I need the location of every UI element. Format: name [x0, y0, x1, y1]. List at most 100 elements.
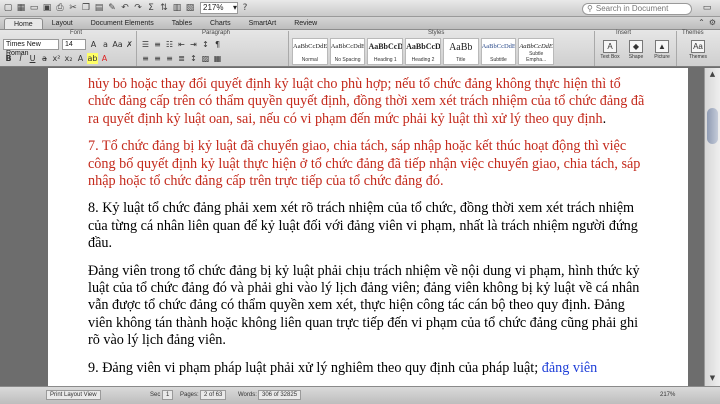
- subscript-icon[interactable]: x₂: [63, 53, 74, 64]
- group-themes-title: Themes: [682, 30, 704, 36]
- tab-document-elements[interactable]: Document Elements: [82, 18, 163, 29]
- style-heading-1[interactable]: AaBbCcDe Heading 1: [367, 38, 404, 65]
- style-preview: AaBbCcDdEe: [330, 43, 366, 50]
- group-font-title: Font: [70, 30, 83, 36]
- style-name: Heading 1: [373, 57, 397, 63]
- collapse-ribbon-icon[interactable]: ⌃: [698, 18, 705, 27]
- ribbon-tabs: Home Layout Document Elements Tables Cha…: [0, 17, 720, 30]
- shading-icon[interactable]: ▨: [200, 53, 211, 64]
- bold-icon[interactable]: B: [3, 53, 14, 64]
- redo-icon[interactable]: ↷: [132, 2, 144, 14]
- font-name-select[interactable]: Times New Roman: [3, 39, 59, 57]
- tab-smartart[interactable]: SmartArt: [240, 18, 286, 29]
- document-page[interactable]: hủy bỏ hoặc thay đổi quyết định kỷ luật …: [48, 68, 688, 386]
- words-label: Words:: [238, 392, 257, 398]
- style-preview: AaBbCcDe: [406, 42, 441, 51]
- multilevel-list-icon[interactable]: ☷: [164, 39, 175, 50]
- style-no-spacing[interactable]: AaBbCcDdEe No Spacing: [329, 38, 366, 65]
- text-box-button[interactable]: A Text Box: [598, 40, 622, 64]
- strikethrough-icon[interactable]: a̶: [39, 53, 50, 64]
- picture-button[interactable]: ▲ Picture: [650, 40, 674, 64]
- style-preview: AaBbCcDdEe: [293, 43, 328, 50]
- numbering-icon[interactable]: ≡: [152, 39, 163, 50]
- toolbar-toggle-icon[interactable]: ▭: [700, 2, 714, 14]
- gallery-icon[interactable]: ▥: [171, 2, 183, 14]
- font-color-icon[interactable]: A: [99, 53, 110, 64]
- ribbon: Font Paragraph Styles Insert Themes Time…: [0, 30, 720, 67]
- italic-icon[interactable]: I: [15, 53, 26, 64]
- copy-icon[interactable]: ❐: [80, 2, 92, 14]
- view-label[interactable]: Print Layout View: [46, 390, 101, 400]
- bullets-icon[interactable]: ☰: [140, 39, 151, 50]
- shrink-font-icon[interactable]: a: [100, 39, 111, 50]
- underline-icon[interactable]: U: [27, 53, 38, 64]
- group-styles-title: Styles: [428, 30, 445, 36]
- justify-icon[interactable]: ≣: [176, 53, 187, 64]
- tab-review[interactable]: Review: [285, 18, 326, 29]
- font-row-1: A a Aa ✗: [88, 39, 135, 50]
- themes-button[interactable]: Aa Themes: [686, 40, 710, 64]
- text-effects-icon[interactable]: A: [75, 53, 86, 64]
- vertical-scrollbar[interactable]: ▲ ▼: [704, 68, 720, 386]
- group-divider: [594, 31, 595, 66]
- shape-label: Shape: [628, 54, 644, 60]
- style-name: Subtitle: [490, 57, 507, 63]
- toolbox-icon[interactable]: ▧: [184, 2, 196, 14]
- paragraph: hủy bỏ hoặc thay đổi quyết định kỷ luật …: [88, 76, 648, 128]
- paragraph-text: hủy bỏ hoặc thay đổi quyết định kỷ luật …: [88, 76, 645, 127]
- style-heading-2[interactable]: AaBbCcDe Heading 2: [405, 38, 441, 65]
- style-subtitle[interactable]: AaBbCcDdEe Subtitle: [480, 38, 517, 65]
- decrease-indent-icon[interactable]: ⇤: [176, 39, 187, 50]
- text-box-icon: A: [603, 40, 617, 53]
- document-text[interactable]: hủy bỏ hoặc thay đổi quyết định kỷ luật …: [88, 68, 648, 386]
- templates-icon[interactable]: ▦: [15, 2, 27, 14]
- sum-icon[interactable]: Σ: [145, 2, 157, 14]
- font-size-select[interactable]: 14: [62, 39, 86, 50]
- tab-layout[interactable]: Layout: [43, 18, 82, 29]
- paste-icon[interactable]: ▤: [93, 2, 105, 14]
- align-left-icon[interactable]: ≡: [140, 53, 151, 64]
- search-input[interactable]: ⚲ Search in Document: [582, 3, 692, 15]
- status-zoom[interactable]: 217%: [660, 392, 675, 398]
- save-icon[interactable]: ▣: [41, 2, 53, 14]
- shape-button[interactable]: ◆ Shape: [624, 40, 648, 64]
- sort-icon[interactable]: ⇅: [158, 2, 170, 14]
- group-insert-title: Insert: [616, 30, 632, 36]
- font-row-2: B I U a̶ x² x₂ A ab A: [3, 53, 110, 64]
- grow-font-icon[interactable]: A: [88, 39, 99, 50]
- format-painter-icon[interactable]: ✎: [106, 2, 118, 14]
- borders-icon[interactable]: ▦: [212, 53, 223, 64]
- align-center-icon[interactable]: ≡: [152, 53, 163, 64]
- new-document-icon[interactable]: ▢: [2, 2, 14, 14]
- scroll-up-icon[interactable]: ▲: [707, 70, 718, 80]
- superscript-icon[interactable]: x²: [51, 53, 62, 64]
- word-window: ▢ ▦ ▭ ▣ ⎙ ✂ ❐ ▤ ✎ ↶ ↷ Σ ⇅ ▥ ▧ 217% ▾ ? ⚲…: [0, 0, 720, 404]
- change-case-icon[interactable]: Aa: [112, 39, 123, 50]
- paragraph: Đảng viên trong tổ chức đảng bị kỷ luật …: [88, 262, 640, 349]
- tab-tables[interactable]: Tables: [163, 18, 201, 29]
- undo-icon[interactable]: ↶: [119, 2, 131, 14]
- tab-home[interactable]: Home: [4, 18, 43, 29]
- scroll-down-icon[interactable]: ▼: [707, 374, 718, 384]
- help-icon[interactable]: ?: [239, 2, 251, 14]
- group-paragraph-title: Paragraph: [202, 30, 231, 36]
- line-spacing-icon[interactable]: ↕: [188, 53, 199, 64]
- print-icon[interactable]: ⎙: [54, 2, 66, 14]
- scrollbar-thumb[interactable]: [707, 108, 718, 144]
- clear-format-icon[interactable]: ✗: [124, 39, 135, 50]
- align-right-icon[interactable]: ≡: [164, 53, 175, 64]
- cut-icon[interactable]: ✂: [67, 2, 79, 14]
- tab-charts[interactable]: Charts: [201, 18, 240, 29]
- ribbon-settings-icon[interactable]: ⚙: [709, 18, 716, 27]
- style-normal[interactable]: AaBbCcDdEe Normal: [292, 38, 328, 65]
- document-area: hủy bỏ hoặc thay đổi quyết định kỷ luật …: [0, 68, 704, 386]
- show-formatting-icon[interactable]: ¶: [212, 39, 223, 50]
- zoom-select[interactable]: 217% ▾: [200, 2, 238, 14]
- highlight-icon[interactable]: ab: [87, 53, 98, 64]
- picture-label: Picture: [654, 54, 670, 60]
- increase-indent-icon[interactable]: ⇥: [188, 39, 199, 50]
- open-icon[interactable]: ▭: [28, 2, 40, 14]
- style-title[interactable]: AaBb Title: [442, 38, 479, 65]
- style-subtle-emphasis[interactable]: AaBbCcDdEe Subtle Empha...: [518, 38, 555, 65]
- sort-text-icon[interactable]: ↕: [200, 39, 211, 50]
